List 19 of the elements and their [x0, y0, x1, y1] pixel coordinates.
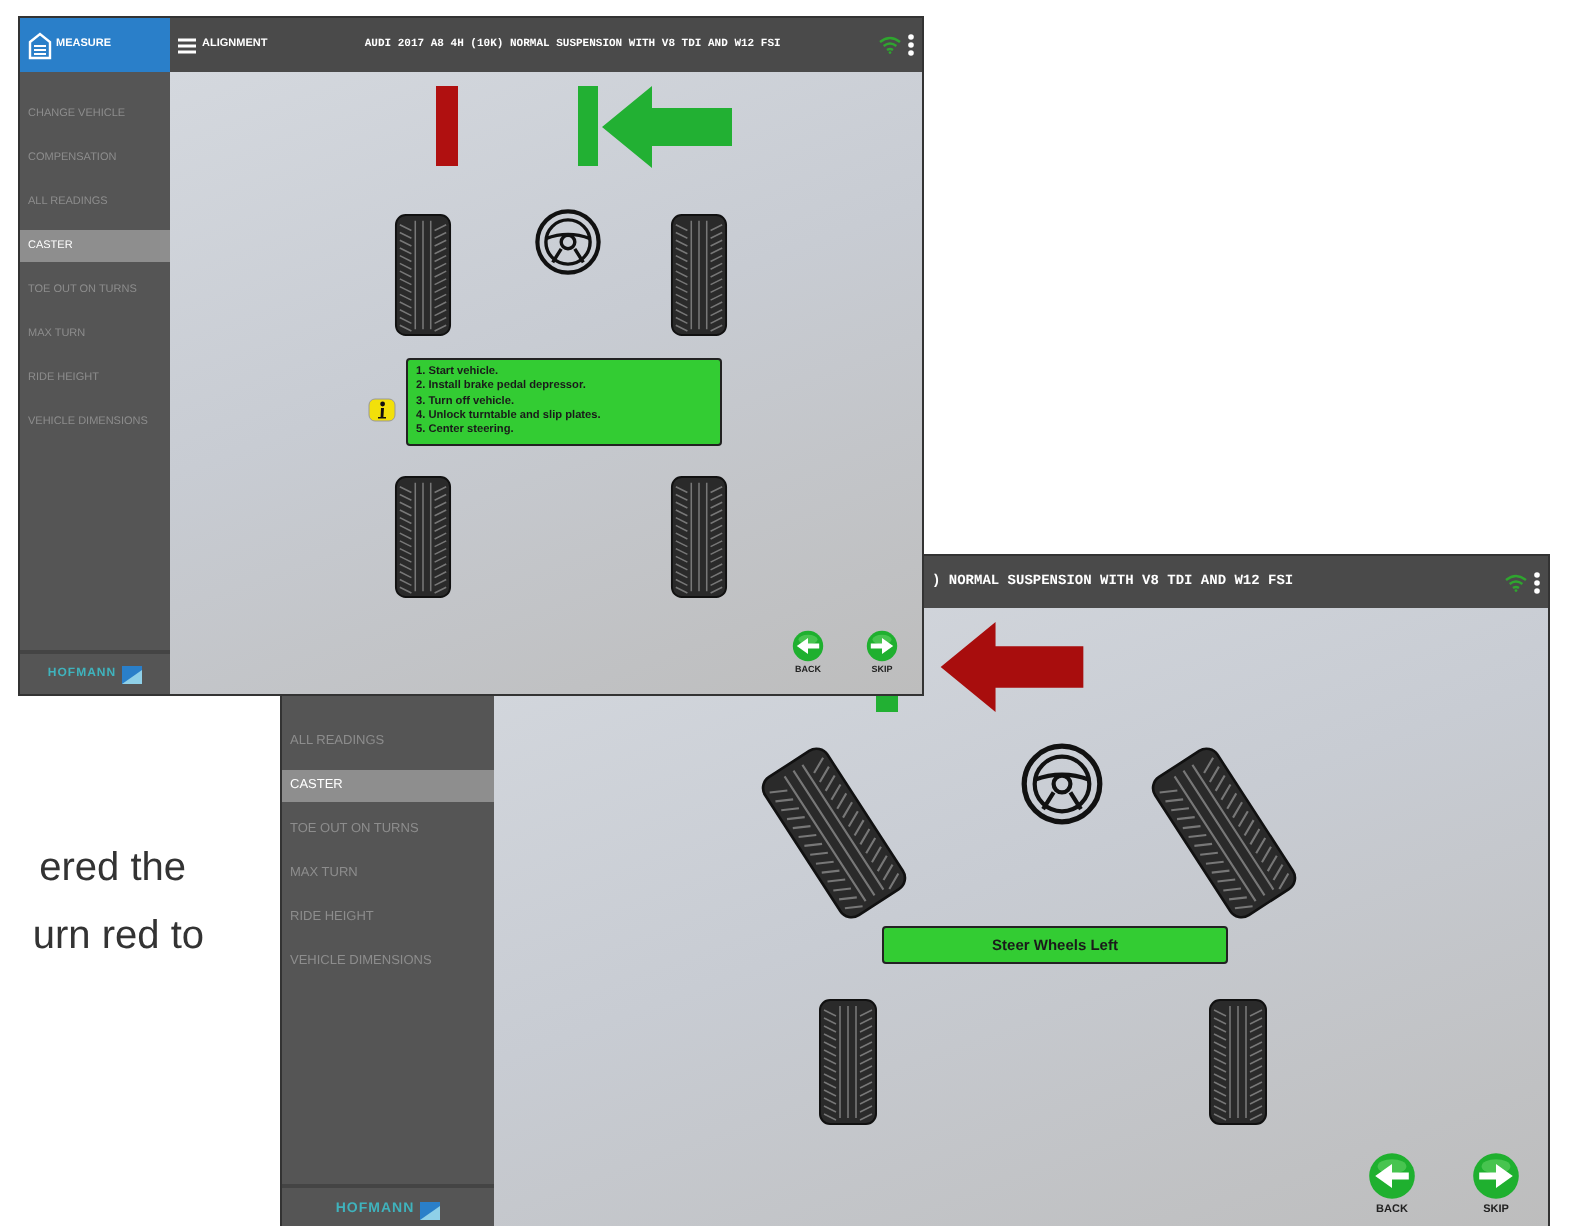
indicator-bar	[436, 86, 458, 166]
more-options-icon[interactable]	[1534, 571, 1540, 593]
tire-icon	[394, 212, 452, 338]
logo-icon	[122, 665, 143, 683]
menu-icon[interactable]	[178, 37, 196, 53]
steering-wheel-icon	[534, 208, 602, 276]
wifi-icon	[878, 36, 902, 54]
document-text: urn red to	[32, 912, 204, 962]
tire-icon	[670, 474, 728, 600]
tire-icon	[394, 474, 452, 600]
arrow-icon	[602, 86, 732, 168]
house-icon	[28, 31, 52, 59]
indicator-bar	[578, 86, 598, 166]
tire-icon	[670, 212, 728, 338]
more-options-icon[interactable]	[908, 34, 914, 56]
document-text: ered the	[39, 844, 186, 894]
wifi-icon	[1504, 573, 1528, 591]
logo-icon	[420, 1201, 441, 1219]
info-icon	[368, 398, 396, 422]
